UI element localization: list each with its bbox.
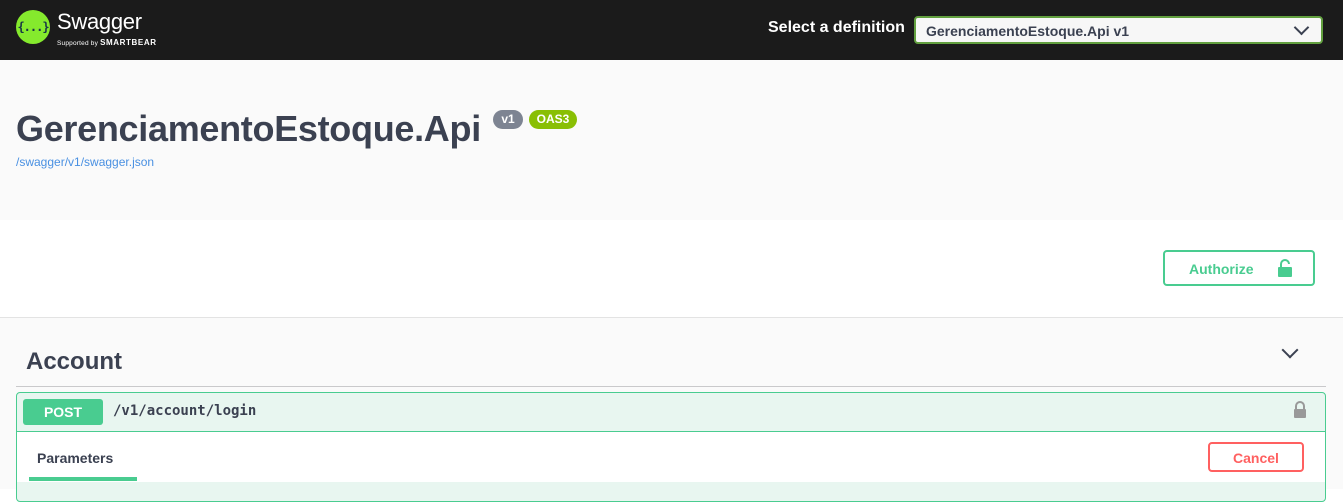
logo-mark-text: {...}	[17, 20, 49, 34]
api-info: GerenciamentoEstoque.Api v1 OAS3 /swagge…	[0, 60, 1343, 220]
operation-post-login: POST /v1/account/login Parameters Cancel	[16, 392, 1326, 502]
lock-icon[interactable]	[1293, 401, 1307, 419]
tab-active-indicator	[29, 477, 137, 481]
operations-section: Account POST /v1/account/login Parameter…	[0, 318, 1343, 502]
swagger-logo[interactable]: {...} Swagger Supported by SMARTBEAR	[16, 10, 157, 49]
operation-summary[interactable]: POST /v1/account/login	[17, 393, 1325, 432]
definition-label: Select a definition	[768, 19, 905, 36]
operation-path: /v1/account/login	[113, 403, 257, 419]
chevron-down-icon	[1293, 19, 1310, 36]
unlocked-icon	[1278, 259, 1292, 277]
logo-text: Swagger Supported by SMARTBEAR	[57, 10, 157, 49]
method-badge: POST	[23, 399, 103, 425]
chevron-down-icon[interactable]	[1281, 341, 1299, 359]
logo-company: SMARTBEAR	[100, 38, 157, 47]
parameters-header: Parameters Cancel	[17, 432, 1325, 482]
authorize-button[interactable]: Authorize	[1163, 250, 1315, 286]
tag-account[interactable]: Account	[16, 340, 1326, 387]
version-badge: v1	[493, 110, 523, 129]
definition-selected-value: GerenciamentoEstoque.Api v1	[926, 23, 1130, 39]
logo-subtitle: Supported by SMARTBEAR	[57, 38, 157, 49]
cancel-button[interactable]: Cancel	[1208, 442, 1304, 472]
tab-parameters[interactable]: Parameters	[37, 450, 113, 466]
spec-link[interactable]: /swagger/v1/swagger.json	[16, 155, 154, 169]
logo-supported-by: Supported by	[57, 40, 99, 47]
definition-select[interactable]: GerenciamentoEstoque.Api v1	[914, 16, 1323, 44]
auth-section: Authorize	[0, 220, 1343, 318]
oas-badge: OAS3	[529, 110, 577, 129]
tag-name: Account	[26, 348, 122, 375]
top-bar: {...} Swagger Supported by SMARTBEAR Sel…	[0, 0, 1343, 60]
logo-name: Swagger	[57, 9, 142, 34]
swagger-logo-icon: {...}	[16, 10, 50, 44]
cancel-label: Cancel	[1233, 450, 1279, 466]
api-title: GerenciamentoEstoque.Api	[16, 108, 481, 149]
authorize-label: Authorize	[1189, 261, 1254, 277]
